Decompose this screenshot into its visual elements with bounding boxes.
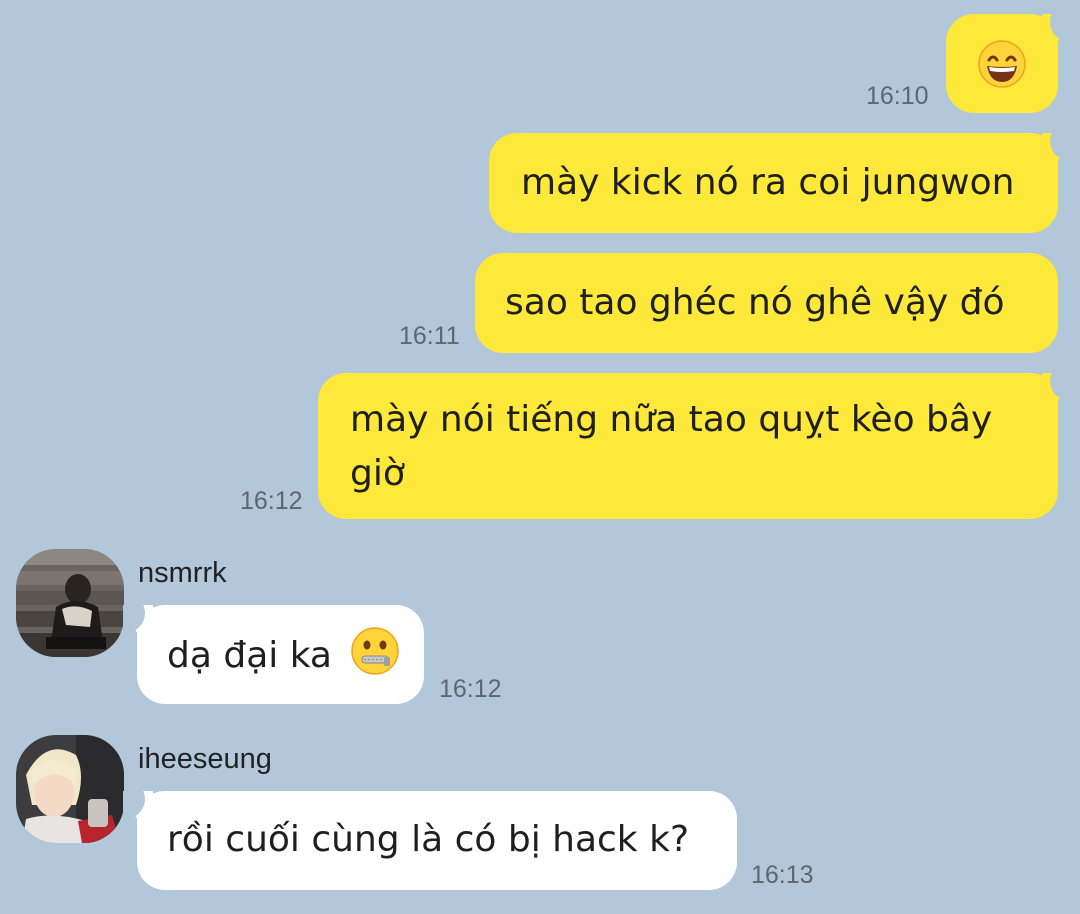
message-timestamp: 16:10 [866, 82, 929, 110]
sender-name: nsmrrk [138, 557, 227, 589]
bubble-tail [1042, 373, 1072, 403]
outgoing-message-bubble[interactable]: sao tao ghéc nó ghê vậy đó [475, 253, 1058, 353]
sender-name: iheeseung [138, 743, 272, 775]
avatar-iheeseung[interactable] [16, 735, 124, 843]
bubble-tail [123, 605, 153, 635]
message-text: rồi cuối cùng là có bị hack k? [167, 819, 690, 860]
message-text: sao tao ghéc nó ghê vậy đó [505, 282, 1005, 323]
grinning-face-emoji-icon [978, 40, 1026, 88]
profile-photo [16, 549, 124, 657]
message-content: dạ đại ka [167, 627, 424, 683]
message-text: mày kick nó ra coi jungwon [521, 162, 1015, 203]
bubble-tail [123, 791, 153, 821]
message-timestamp: 16:11 [399, 322, 460, 350]
outgoing-message-bubble[interactable]: mày nói tiếng nữa tao quỵt kèo bây giờ [318, 373, 1072, 519]
outgoing-message-bubble[interactable] [946, 14, 1072, 113]
bubble-tail [1042, 14, 1072, 44]
outgoing-message-bubble[interactable]: mày kick nó ra coi jungwon [489, 133, 1072, 233]
message-text: dạ đại ka [167, 635, 332, 676]
zipper-mouth-face-emoji-icon [351, 627, 400, 675]
profile-photo [16, 735, 124, 843]
message-timestamp: 16:12 [240, 487, 303, 515]
message-text: mày nói tiếng nữa tao quỵt kèo bây giờ [350, 399, 993, 494]
incoming-message-bubble[interactable]: rồi cuối cùng là có bị hack k? [123, 791, 737, 890]
message-timestamp: 16:13 [751, 861, 814, 889]
incoming-message-bubble[interactable]: dạ đại ka [123, 605, 424, 704]
message-timestamp: 16:12 [439, 675, 502, 703]
avatar-nsmrrk[interactable] [16, 549, 124, 657]
